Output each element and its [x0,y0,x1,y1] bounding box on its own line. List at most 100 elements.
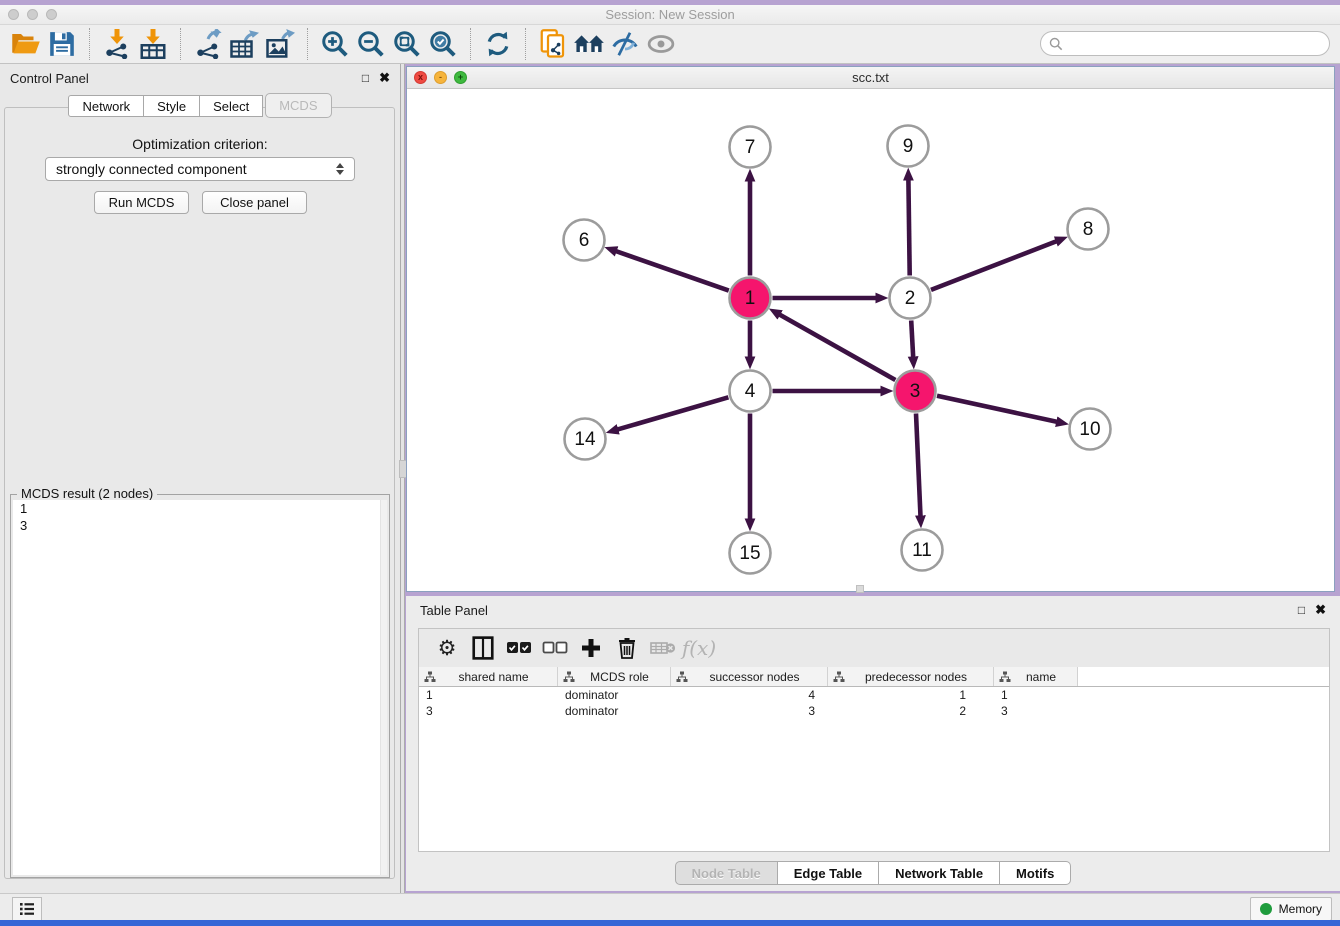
tab-style[interactable]: Style [144,95,200,117]
tab-motifs[interactable]: Motifs [1000,861,1071,885]
control-panel-tabs: NetworkStyleSelectMCDS [0,95,400,118]
optimization-select[interactable]: strongly connected component [45,157,355,181]
toggle-columns-icon[interactable] [465,633,501,663]
close-panel-icon[interactable]: ✖ [379,70,390,86]
app-titlebar: Session: New Session [0,5,1340,25]
tab-mcds[interactable]: MCDS [265,93,331,118]
zoom-out-icon[interactable] [353,27,389,61]
export-network-icon[interactable] [190,27,226,61]
graph-node-1[interactable]: 1 [730,278,771,319]
graph-node-4[interactable]: 4 [730,371,771,412]
import-table-icon[interactable] [135,27,171,61]
table-cell[interactable]: 2 [828,704,994,718]
graph-edge-4-14[interactable] [617,397,728,429]
graph-edge-2-9[interactable] [908,180,909,276]
run-mcds-button[interactable]: Run MCDS [94,191,189,214]
hide-view-icon[interactable] [607,27,643,61]
deselect-all-icon[interactable] [537,633,573,663]
tab-select[interactable]: Select [200,95,263,117]
tab-node-table[interactable]: Node Table [675,861,778,885]
table-rows: 1dominator4113dominator323 [419,687,1329,719]
column-header-MCDS-role[interactable]: MCDS role [558,667,671,686]
svg-text:6: 6 [579,230,590,251]
select-stepper-icon [332,163,348,175]
select-all-icon[interactable] [501,633,537,663]
column-header-predecessor-nodes[interactable]: predecessor nodes [828,667,994,686]
close-table-panel-icon[interactable]: ✖ [1315,602,1326,618]
home-network-icon[interactable] [571,27,607,61]
memory-status-icon [1260,903,1272,915]
toolbar-separator [180,28,181,60]
delete-column-icon[interactable] [645,633,681,663]
table-panel: Table Panel □ ✖ ⚙ f(x) shared nameMCDS r… [406,596,1340,891]
column-header-shared-name[interactable]: shared name [419,667,558,686]
float-table-panel-icon[interactable]: □ [1298,603,1305,617]
graph-node-8[interactable]: 8 [1068,209,1109,250]
network-canvas[interactable]: 7 9 6 8 1 2 4 3 14 10 15 11 [407,89,1334,591]
graph-edge-3-10[interactable] [937,396,1057,422]
mcds-result-list[interactable]: 13 [13,500,387,875]
network-graph[interactable]: 7 9 6 8 1 2 4 3 14 10 15 11 [407,89,1334,591]
zoom-in-icon[interactable] [317,27,353,61]
tab-edge-table[interactable]: Edge Table [778,861,879,885]
open-session-icon[interactable] [8,27,44,61]
table-cell[interactable]: 3 [419,704,558,718]
function-builder-icon[interactable]: f(x) [681,633,717,663]
table-cell[interactable]: 1 [419,688,558,702]
graph-node-11[interactable]: 11 [902,530,943,571]
graph-node-15[interactable]: 15 [730,533,771,574]
table-row[interactable]: 3dominator323 [419,703,1329,719]
export-table-icon[interactable] [226,27,262,61]
graph-node-2[interactable]: 2 [890,278,931,319]
graph-node-3[interactable]: 3 [895,371,936,412]
save-session-icon[interactable] [44,27,80,61]
graph-edge-3-11[interactable] [916,414,921,517]
zoom-selected-icon[interactable] [425,27,461,61]
graph-node-9[interactable]: 9 [888,126,929,167]
table-cell[interactable]: dominator [558,704,671,718]
graph-edge-2-3[interactable] [911,321,913,358]
search-box[interactable] [1040,31,1330,56]
graph-edge-1-6[interactable] [616,251,729,291]
apply-layout-icon[interactable] [480,27,516,61]
table-cell[interactable]: 1 [994,688,1078,702]
import-network-icon[interactable] [99,27,135,61]
delete-table-icon[interactable] [609,633,645,663]
table-row[interactable]: 1dominator411 [419,687,1329,703]
svg-text:8: 8 [1083,219,1094,240]
close-panel-button[interactable]: Close panel [202,191,307,214]
tab-network-table[interactable]: Network Table [879,861,1000,885]
show-view-icon[interactable] [643,27,679,61]
panel-list-icon [19,902,35,916]
graph-node-7[interactable]: 7 [730,127,771,168]
graph-edge-2-8[interactable] [931,241,1057,290]
horizontal-splitter-handle[interactable] [856,585,864,593]
table-cell[interactable]: 3 [994,704,1078,718]
table-mode-gear-icon[interactable]: ⚙ [429,633,465,663]
graph-node-10[interactable]: 10 [1070,409,1111,450]
zoom-fit-icon[interactable] [389,27,425,61]
search-input[interactable] [1068,36,1308,51]
result-scrollbar[interactable] [380,500,387,875]
node-table[interactable]: shared nameMCDS rolesuccessor nodesprede… [418,667,1330,852]
memory-button[interactable]: Memory [1250,897,1332,921]
graph-node-6[interactable]: 6 [564,220,605,261]
create-column-icon[interactable] [573,633,609,663]
svg-text:10: 10 [1079,419,1100,440]
float-panel-icon[interactable]: □ [362,71,369,85]
graph-edge-3-1[interactable] [779,314,895,380]
column-header-successor-nodes[interactable]: successor nodes [671,667,828,686]
vertical-splitter[interactable] [400,64,405,893]
duplicate-network-icon[interactable] [535,27,571,61]
column-header-name[interactable]: name [994,667,1078,686]
table-cell[interactable]: dominator [558,688,671,702]
network-window-titlebar[interactable]: x - + scc.txt [407,67,1334,89]
graph-node-14[interactable]: 14 [565,419,606,460]
tab-network[interactable]: Network [68,95,144,117]
table-cell[interactable]: 1 [828,688,994,702]
export-image-icon[interactable] [262,27,298,61]
svg-text:1: 1 [745,288,756,309]
table-cell[interactable]: 4 [671,688,828,702]
table-cell[interactable]: 3 [671,704,828,718]
show-panels-button[interactable] [12,897,42,921]
